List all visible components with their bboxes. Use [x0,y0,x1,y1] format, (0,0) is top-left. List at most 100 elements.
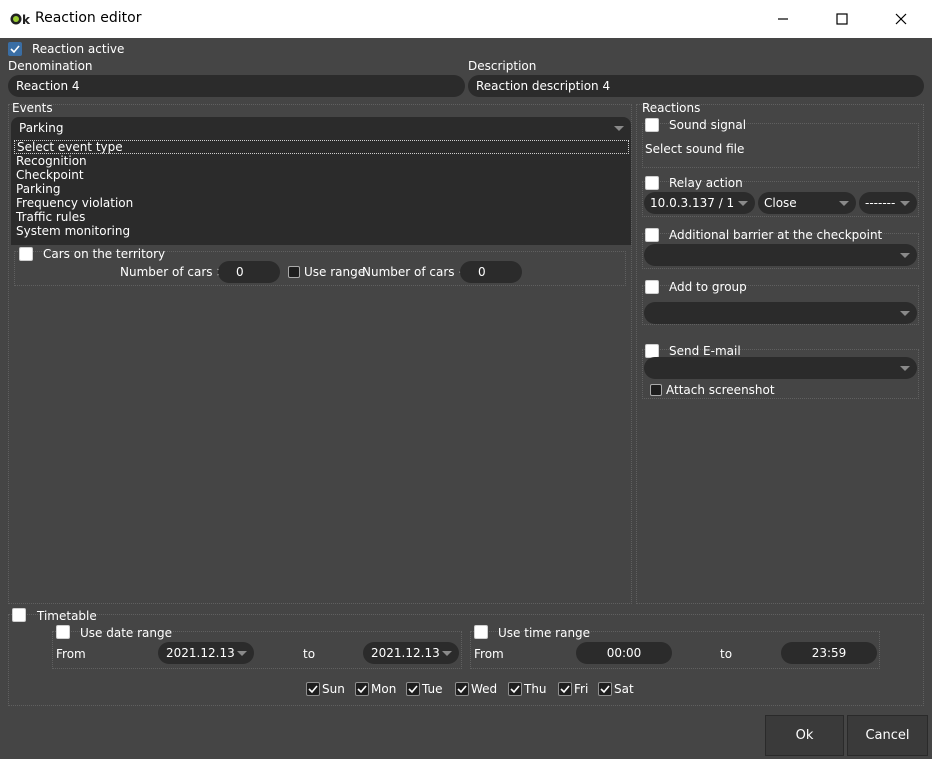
cancel-button[interactable]: Cancel [847,715,928,756]
event-type-selected: Parking [19,121,64,135]
time-from-input[interactable]: 00:00 [576,642,672,664]
checkmark-icon [357,685,367,694]
description-input[interactable]: Reaction description 4 [468,75,924,97]
day-wed-checkbox[interactable] [455,682,469,696]
description-label: Description [468,59,537,73]
day-sat-checkbox[interactable] [598,682,612,696]
additional-barrier-label: Additional barrier at the checkpoint [669,228,883,242]
app-logo-icon: k [10,13,31,27]
sound-signal-checkbox[interactable] [645,118,659,132]
additional-barrier-checkbox[interactable] [645,228,659,242]
event-option[interactable]: Frequency violation [16,196,133,210]
relay-device-value: 10.0.3.137 / 1 [650,196,735,210]
date-from-label: From [56,647,86,661]
denomination-label: Denomination [8,59,93,73]
event-type-select[interactable]: Parking [11,117,631,139]
day-mon-checkbox[interactable] [355,682,369,696]
maximize-icon [836,13,848,25]
add-to-group-select[interactable] [644,302,917,324]
day-wed-label: Wed [471,682,498,696]
day-sun-label: Sun [322,682,345,696]
send-email-checkbox[interactable] [645,344,659,358]
event-option[interactable]: Select event type [14,140,629,154]
window-title: Reaction editor [35,10,142,26]
number-of-cars-lt-input[interactable]: 0 [460,261,522,283]
relay-action-value: Close [764,196,797,210]
day-sun-checkbox[interactable] [306,682,320,696]
reaction-active-checkbox[interactable] [8,42,22,56]
use-time-range-label: Use time range [498,626,591,640]
checkmark-icon [510,685,520,694]
day-thu-checkbox[interactable] [508,682,522,696]
additional-barrier-select[interactable] [644,244,917,266]
time-to-label: to [720,647,733,661]
date-from-value: 2021.12.13 [166,646,235,660]
add-to-group-label: Add to group [669,280,747,294]
use-date-range-checkbox[interactable] [56,625,70,639]
date-from-picker[interactable]: 2021.12.13 [158,642,254,664]
checkmark-icon [560,685,570,694]
chevron-down-icon [738,201,748,206]
number-of-cars-lt-label: Number of cars < [362,265,469,279]
time-from-label: From [474,647,504,661]
day-fri-checkbox[interactable] [558,682,572,696]
chevron-down-icon [614,126,624,131]
use-time-range-checkbox[interactable] [474,625,488,639]
day-thu-label: Thu [524,682,547,696]
send-email-label: Send E-mail [669,344,741,358]
event-option[interactable]: Parking [16,182,61,196]
send-email-select[interactable] [644,357,917,379]
relay-device-select[interactable]: 10.0.3.137 / 1 [644,192,755,214]
chevron-down-icon [900,311,910,316]
timetable-label: Timetable [37,609,97,623]
relay-extra-value: ------- [865,196,896,210]
relay-action-label: Relay action [669,176,743,190]
minimize-button[interactable] [754,0,812,38]
checkmark-icon [308,685,318,694]
timetable-checkbox[interactable] [12,608,26,622]
use-range-checkbox[interactable] [288,266,300,278]
number-of-cars-gt-label: Number of cars > [120,265,227,279]
day-fri-label: Fri [574,682,589,696]
checkmark-icon [408,685,418,694]
maximize-button[interactable] [813,0,871,38]
sound-signal-label: Sound signal [669,118,747,132]
number-of-cars-gt-input[interactable]: 0 [218,261,280,283]
select-sound-file[interactable]: Select sound file [645,142,744,156]
event-option[interactable]: Checkpoint [16,168,84,182]
relay-action-checkbox[interactable] [645,176,659,190]
day-mon-label: Mon [371,682,397,696]
checkmark-icon [600,685,610,694]
event-option[interactable]: Recognition [16,154,87,168]
chevron-down-icon [839,201,849,206]
event-option[interactable]: System monitoring [16,224,130,238]
ok-button[interactable]: Ok [765,715,844,756]
svg-text:k: k [22,13,31,27]
close-button[interactable] [872,0,930,38]
use-date-range-label: Use date range [80,626,172,640]
date-to-picker[interactable]: 2021.12.13 [363,642,459,664]
chevron-down-icon [442,651,452,656]
date-to-value: 2021.12.13 [371,646,440,660]
attach-screenshot-checkbox[interactable] [650,384,662,396]
chevron-down-icon [900,201,910,206]
event-type-dropdown-list: Select event type Recognition Checkpoint… [11,139,631,245]
date-to-label: to [303,647,316,661]
events-label: Events [12,101,53,115]
time-to-input[interactable]: 23:59 [781,642,877,664]
close-icon [895,13,907,25]
cars-on-territory-checkbox[interactable] [19,247,33,261]
denomination-input[interactable]: Reaction 4 [8,75,465,97]
day-tue-checkbox[interactable] [406,682,420,696]
add-to-group-checkbox[interactable] [645,280,659,294]
cars-on-territory-label: Cars on the territory [43,247,166,261]
chevron-down-icon [900,253,910,258]
chevron-down-icon [237,651,247,656]
event-option[interactable]: Traffic rules [16,210,85,224]
day-tue-label: Tue [422,682,443,696]
relay-extra-select[interactable]: ------- [859,192,917,214]
relay-action-select[interactable]: Close [758,192,856,214]
title-bar: k Reaction editor [0,0,932,38]
minimize-icon [778,18,788,20]
attach-screenshot-label: Attach screenshot [666,383,775,397]
